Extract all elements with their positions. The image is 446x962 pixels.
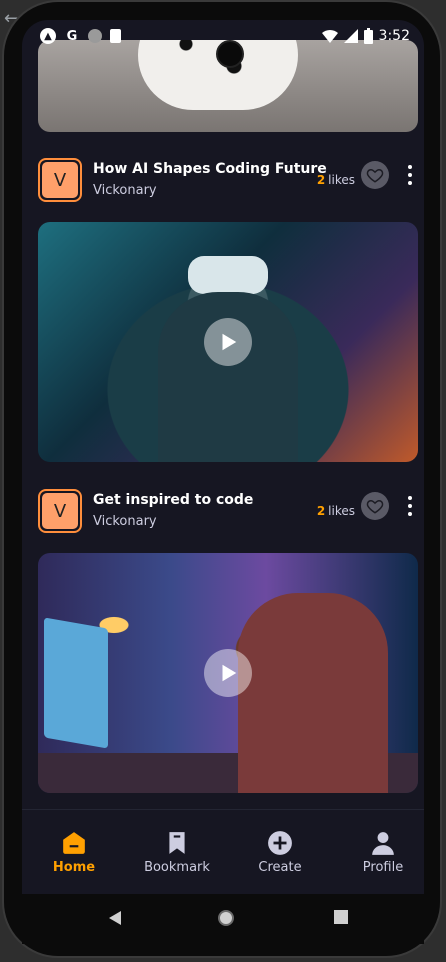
more-options-icon[interactable] (402, 494, 418, 518)
nav-label: Create (258, 860, 302, 875)
app-screen: V How AI Shapes Coding Future Vickonary … (22, 20, 424, 894)
notification-dot-icon (88, 29, 102, 43)
nav-item-create[interactable]: Create (240, 830, 320, 875)
avatar-letter: V (42, 493, 78, 529)
home-circle-icon[interactable] (216, 908, 236, 928)
app-notification-icon: ▲ (40, 28, 56, 44)
back-icon[interactable] (107, 910, 123, 926)
vr-headset-shape (188, 256, 268, 294)
heart-icon (366, 499, 384, 514)
recents-icon[interactable] (334, 910, 348, 924)
bottom-navigation: Home Bookmark Create Profile (22, 809, 424, 894)
video-title: Get inspired to code (93, 492, 254, 508)
like-button[interactable] (361, 161, 389, 189)
system-navigation-bar (22, 894, 424, 944)
creator-avatar[interactable]: V (38, 489, 82, 533)
coder-shape (238, 593, 388, 793)
likes-count: 2 likes (317, 173, 355, 187)
phone-frame: V How AI Shapes Coding Future Vickonary … (2, 0, 442, 958)
heart-icon (366, 168, 384, 183)
nav-item-home[interactable]: Home (34, 830, 114, 875)
sd-card-icon (110, 29, 121, 43)
avatar-letter: V (42, 162, 78, 198)
nav-item-profile[interactable]: Profile (343, 830, 423, 875)
play-button[interactable] (204, 318, 252, 366)
video-thumbnail[interactable] (38, 553, 418, 793)
play-button[interactable] (204, 649, 252, 697)
nav-label: Bookmark (144, 860, 210, 875)
more-options-icon[interactable] (402, 163, 418, 187)
likes-label: likes (328, 173, 355, 187)
post-header: V How AI Shapes Coding Future Vickonary … (38, 158, 418, 204)
likes-number: 2 (316, 504, 326, 518)
video-title: How AI Shapes Coding Future (93, 161, 327, 177)
likes-count: 2 likes (317, 504, 355, 518)
creator-name: Vickonary (93, 514, 157, 529)
creator-name: Vickonary (93, 183, 157, 198)
plus-circle-icon (268, 831, 292, 855)
battery-icon (363, 28, 373, 44)
status-time: 3:52 (378, 28, 410, 44)
monitor-shape (44, 617, 108, 749)
creator-avatar[interactable]: V (38, 158, 82, 202)
profile-icon (372, 832, 394, 855)
post-header: V Get inspired to code Vickonary 2 likes (38, 489, 418, 535)
google-icon: G (66, 28, 78, 44)
likes-number: 2 (316, 173, 326, 187)
play-icon (222, 664, 237, 682)
nav-label: Profile (362, 860, 404, 875)
video-thumbnail[interactable] (38, 222, 418, 462)
like-button[interactable] (361, 492, 389, 520)
play-icon (222, 333, 237, 351)
likes-label: likes (328, 504, 355, 518)
nav-item-bookmark[interactable]: Bookmark (137, 830, 217, 875)
bookmark-icon (169, 832, 185, 854)
signal-icon (343, 29, 358, 43)
front-camera (216, 40, 244, 68)
wifi-icon (321, 29, 338, 43)
nav-label: Home (52, 860, 96, 875)
home-icon (63, 832, 85, 854)
